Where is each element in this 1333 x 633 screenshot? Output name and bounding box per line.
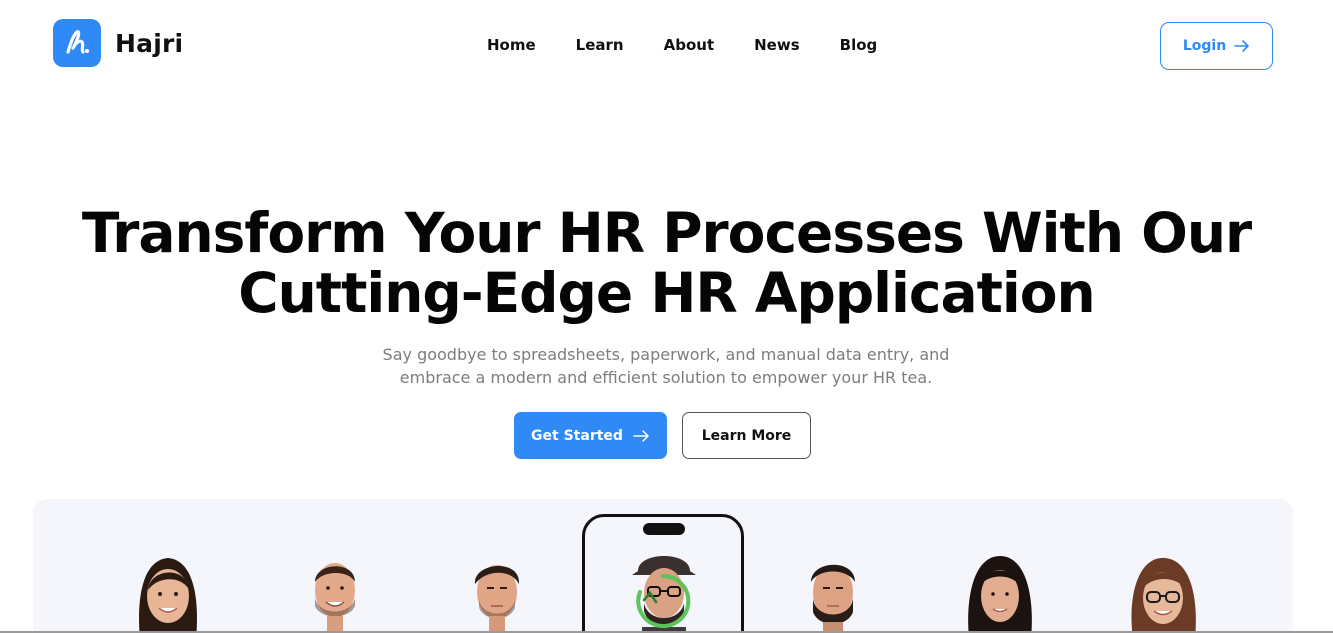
hero-subtitle: Say goodbye to spreadsheets, paperwork, … bbox=[366, 343, 966, 389]
login-button[interactable]: Login bbox=[1160, 22, 1273, 70]
person-woman-glasses-image bbox=[1131, 557, 1196, 633]
nav-about[interactable]: About bbox=[664, 36, 715, 54]
person-woman-dark-hair-image bbox=[968, 556, 1032, 633]
hero-title-line-1: Transform Your HR Processes With Our bbox=[81, 201, 1252, 265]
person-woman-smiling-image bbox=[139, 558, 197, 633]
person-man-serious-image bbox=[474, 565, 520, 633]
nav-home[interactable]: Home bbox=[487, 36, 536, 54]
nav-learn[interactable]: Learn bbox=[576, 36, 624, 54]
get-started-button[interactable]: Get Started bbox=[514, 412, 667, 459]
brand-name: Hajri bbox=[115, 28, 184, 58]
hero-title: Transform Your HR Processes With Our Cut… bbox=[0, 203, 1333, 323]
person-man-beard-image bbox=[811, 564, 855, 633]
hero-subtitle-line-1: Say goodbye to spreadsheets, paperwork, … bbox=[382, 345, 950, 364]
login-label: Login bbox=[1182, 38, 1227, 54]
person-man-smiling-image bbox=[315, 563, 355, 633]
face-recognition-showcase bbox=[33, 499, 1293, 633]
brand-logo[interactable]: Hajri bbox=[53, 19, 183, 67]
learn-more-button[interactable]: Learn More bbox=[682, 412, 811, 459]
hero-title-line-2: Cutting-Edge HR Application bbox=[238, 261, 1095, 325]
nav-blog[interactable]: Blog bbox=[840, 36, 878, 54]
hajri-logo-icon bbox=[53, 19, 101, 67]
scan-progress-icon bbox=[636, 573, 691, 628]
phone-notch bbox=[643, 523, 685, 535]
hero-subtitle-line-2: embrace a modern and efficient solution … bbox=[399, 368, 933, 387]
get-started-label: Get Started bbox=[531, 427, 623, 444]
main-nav: Home Learn About News Blog bbox=[487, 36, 877, 54]
arrow-right-icon bbox=[1234, 40, 1249, 52]
arrow-right-icon bbox=[633, 429, 649, 442]
learn-more-label: Learn More bbox=[701, 427, 792, 444]
nav-news[interactable]: News bbox=[754, 36, 800, 54]
